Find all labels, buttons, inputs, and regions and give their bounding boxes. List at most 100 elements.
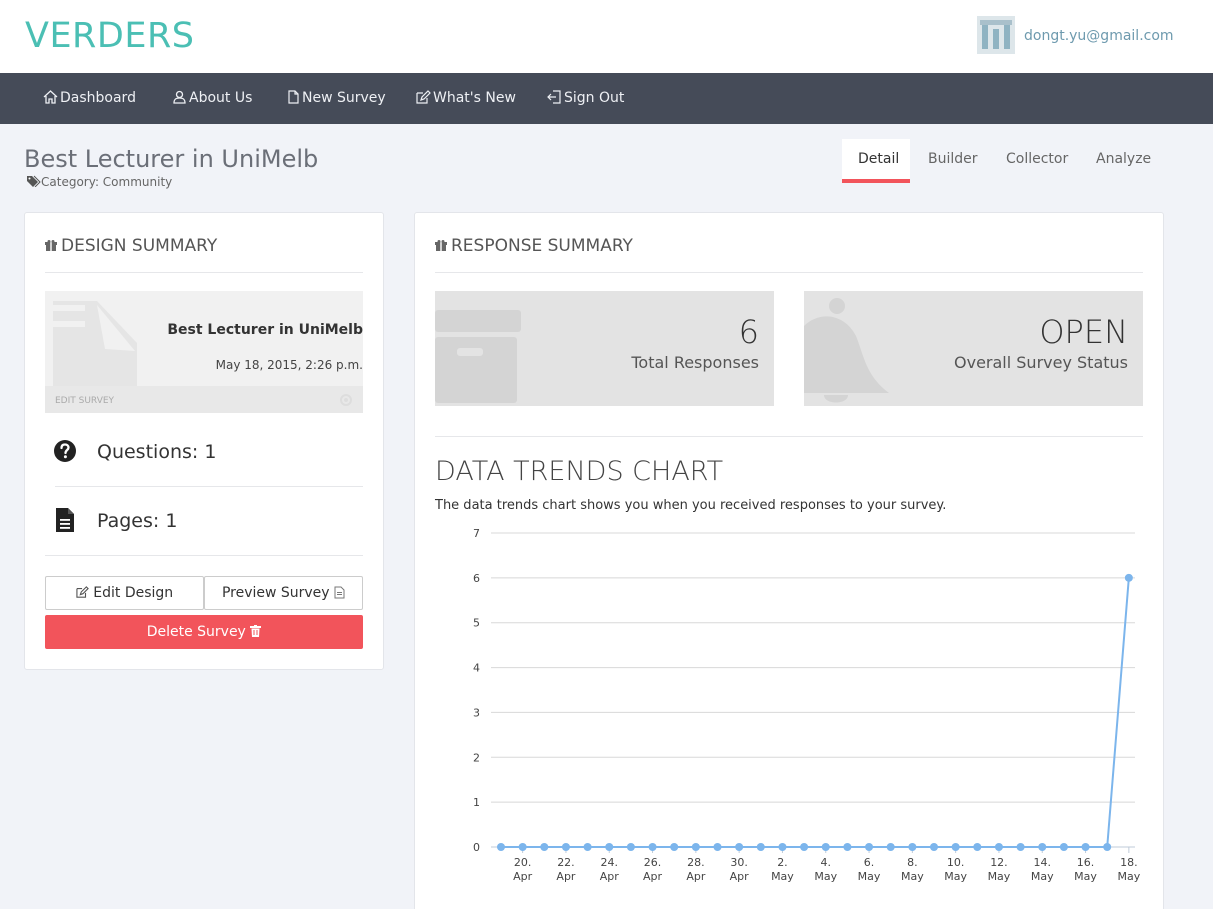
data-point <box>994 843 1003 851</box>
sign-out-icon <box>547 90 561 104</box>
archive-icon <box>435 310 521 403</box>
total-responses-label: Total Responses <box>631 353 759 372</box>
design-summary-heading: DESIGN SUMMARY <box>45 236 217 256</box>
y-tick-label: 6 <box>473 572 480 585</box>
delete-survey-label: Delete Survey <box>146 624 246 640</box>
x-tick-label: May <box>1117 870 1140 883</box>
data-point <box>497 843 505 851</box>
top-bar: VERDERS dongt.yu@gmail.com <box>0 0 1213 73</box>
avatar-image <box>980 20 1012 49</box>
x-tick-label: 30. <box>730 856 748 869</box>
gift-icon <box>45 240 57 251</box>
tab-collector[interactable]: Collector <box>1006 151 1068 167</box>
x-tick-label: 24. <box>601 856 619 869</box>
avatar[interactable] <box>977 16 1015 54</box>
data-point <box>670 843 679 851</box>
file-icon <box>288 90 299 104</box>
divider <box>45 272 363 273</box>
x-tick-label: 12. <box>990 856 1008 869</box>
data-point <box>1038 843 1047 851</box>
file-text-icon <box>56 508 74 532</box>
divider <box>435 272 1143 273</box>
data-point <box>713 843 722 851</box>
survey-status-card: OPEN Overall Survey Status <box>804 291 1143 406</box>
x-tick-label: 18. <box>1120 856 1138 869</box>
nav-sign-out[interactable]: Sign Out <box>547 90 624 106</box>
data-point <box>908 843 917 851</box>
questions-label: Questions: 1 <box>97 441 217 463</box>
y-tick-label: 1 <box>473 796 480 809</box>
survey-status-value: OPEN <box>1039 313 1128 351</box>
data-point <box>1103 843 1112 851</box>
x-tick-label: May <box>901 870 924 883</box>
data-point <box>735 843 744 851</box>
x-tick-label: Apr <box>513 870 533 883</box>
design-card-title: Best Lecturer in UniMelb <box>167 322 363 338</box>
gear-icon <box>340 394 352 406</box>
preview-survey-button[interactable]: Preview Survey <box>204 576 363 610</box>
data-point <box>518 843 527 851</box>
page-title: Best Lecturer in UniMelb <box>24 145 319 173</box>
x-tick-label: 28. <box>687 856 705 869</box>
data-point <box>691 843 700 851</box>
x-tick-label: May <box>988 870 1011 883</box>
delete-survey-button[interactable]: Delete Survey <box>45 615 363 649</box>
x-tick-label: Apr <box>643 870 663 883</box>
tab-detail[interactable]: Detail <box>858 151 899 167</box>
survey-category: Category: Community <box>26 175 172 189</box>
x-tick-label: 2. <box>777 856 788 869</box>
nav-new-survey[interactable]: New Survey <box>287 90 386 106</box>
tab-builder[interactable]: Builder <box>928 151 978 167</box>
x-tick-label: Apr <box>730 870 750 883</box>
nav-whats-new-label: What's New <box>433 90 516 106</box>
total-responses-value: 6 <box>738 313 759 351</box>
user-email[interactable]: dongt.yu@gmail.com <box>1024 28 1174 44</box>
data-point <box>583 843 592 851</box>
edit-icon <box>416 90 431 104</box>
edit-design-label: Edit Design <box>93 585 174 601</box>
users-icon <box>173 90 186 104</box>
survey-design-card[interactable]: EDIT SURVEY Best Lecturer in UniMelb May… <box>45 291 363 413</box>
x-tick-label: Apr <box>600 870 620 883</box>
design-summary-title: DESIGN SUMMARY <box>61 236 218 256</box>
x-tick-label: 20. <box>514 856 532 869</box>
x-tick-label: Apr <box>556 870 576 883</box>
x-tick-label: May <box>771 870 794 883</box>
data-point <box>843 843 852 851</box>
data-point <box>648 843 657 851</box>
data-point <box>1124 573 1133 582</box>
data-point <box>886 843 895 851</box>
main-nav: Dashboard About Us New Survey What's New… <box>0 73 1213 124</box>
y-tick-label: 5 <box>473 617 480 630</box>
nav-sign-out-label: Sign Out <box>564 90 625 106</box>
data-trends-description: The data trends chart shows you when you… <box>435 498 947 513</box>
x-tick-label: 14. <box>1034 856 1052 869</box>
y-tick-label: 4 <box>473 662 480 675</box>
x-tick-label: May <box>858 870 881 883</box>
gift-icon <box>435 240 447 251</box>
design-card-date: May 18, 2015, 2:26 p.m. <box>215 358 363 372</box>
pages-label: Pages: 1 <box>97 510 178 532</box>
nav-dashboard[interactable]: Dashboard <box>43 90 136 106</box>
data-point <box>605 843 614 851</box>
data-trends-title: DATA TRENDS CHART <box>435 456 724 487</box>
edit-design-button[interactable]: Edit Design <box>45 576 204 610</box>
file-text-icon <box>334 586 345 599</box>
x-tick-label: Apr <box>686 870 706 883</box>
y-tick-label: 7 <box>473 527 480 540</box>
tab-analyze[interactable]: Analyze <box>1096 151 1151 167</box>
data-point <box>756 843 765 851</box>
question-circle-icon <box>54 440 76 462</box>
brand-logo[interactable]: VERDERS <box>25 16 194 56</box>
data-point <box>800 843 809 851</box>
nav-about-us[interactable]: About Us <box>172 90 252 106</box>
data-point <box>1081 843 1090 851</box>
design-summary-panel: DESIGN SUMMARY EDIT SURVEY Best Lecturer… <box>24 212 384 670</box>
response-summary-heading: RESPONSE SUMMARY <box>435 236 633 256</box>
nav-whats-new[interactable]: What's New <box>416 90 516 106</box>
survey-status-label: Overall Survey Status <box>954 353 1128 372</box>
data-point <box>1059 843 1068 851</box>
edit-survey-link[interactable]: EDIT SURVEY <box>55 396 114 406</box>
x-tick-label: 16. <box>1077 856 1095 869</box>
data-point <box>540 843 549 851</box>
